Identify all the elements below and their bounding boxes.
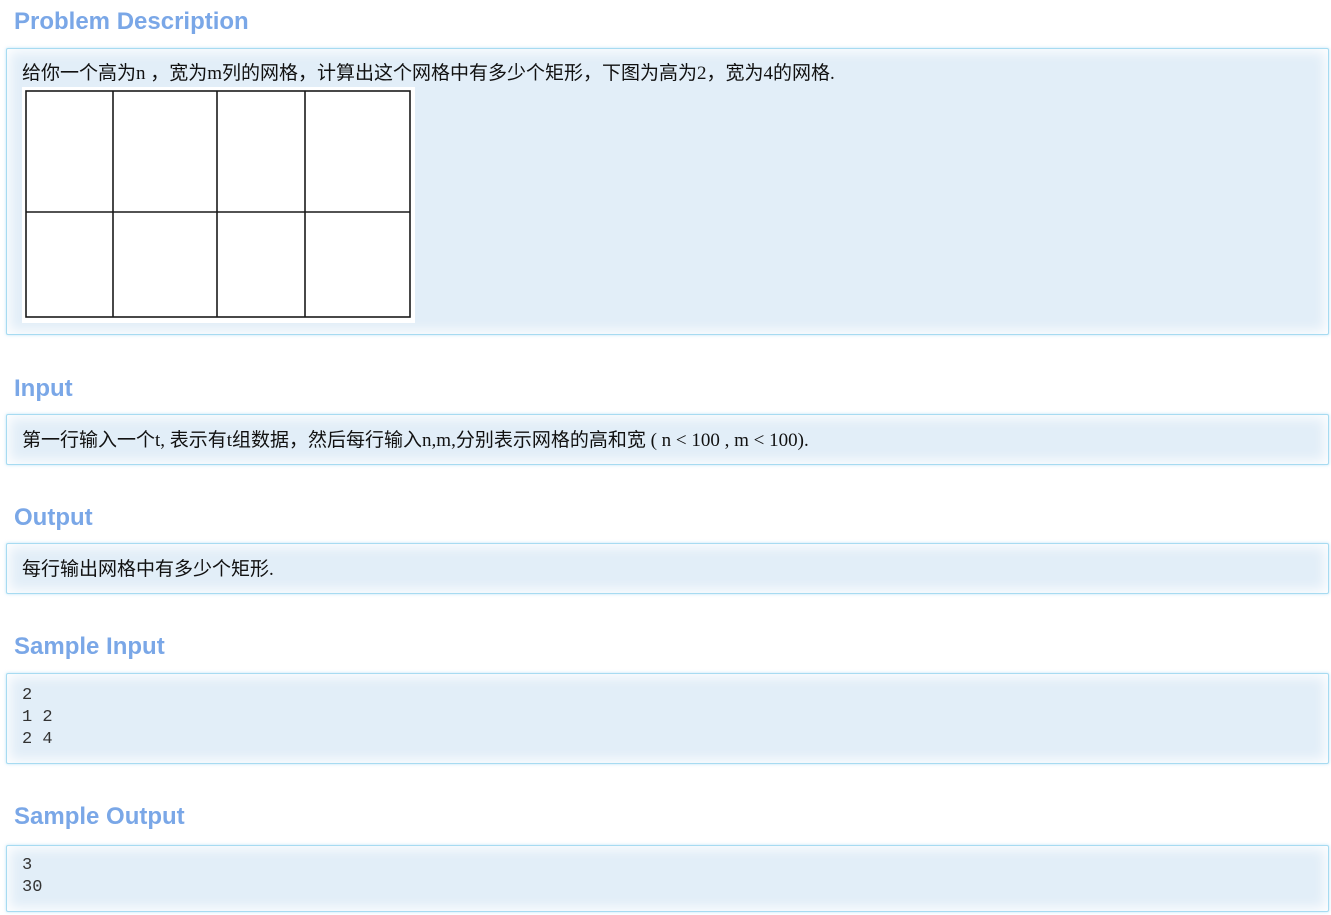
section-title-problem-description: Problem Description (14, 8, 249, 35)
section-title-input: Input (14, 375, 73, 402)
sample-output-panel: 3 30 (6, 845, 1329, 912)
grid-outer-border (25, 90, 411, 318)
section-title-output: Output (14, 504, 93, 531)
problem-page: Problem Description 给你一个高为n ，宽为m列的网格，计算出… (0, 0, 1331, 915)
output-panel: 每行输出网格中有多少个矩形. (6, 543, 1329, 594)
section-title-sample-input: Sample Input (14, 633, 165, 660)
section-title-sample-output: Sample Output (14, 803, 185, 830)
sample-input-line: 2 (22, 686, 33, 705)
grid-figure (22, 87, 415, 323)
problem-description-text: 给你一个高为n ，宽为m列的网格，计算出这个网格中有多少个矩形，下图为高为2，宽… (22, 63, 835, 84)
sample-input-panel: 2 1 2 2 4 (6, 673, 1329, 764)
input-panel: 第一行输入一个t, 表示有t组数据，然后每行输入n,m,分别表示网格的高和宽 (… (6, 414, 1329, 465)
input-description-text: 第一行输入一个t, 表示有t组数据，然后每行输入n,m,分别表示网格的高和宽 (… (22, 430, 809, 451)
sample-input-line: 2 4 (22, 730, 53, 749)
sample-input-line: 1 2 (22, 708, 53, 727)
sample-output-line: 30 (22, 878, 43, 897)
sample-output-line: 3 (22, 856, 33, 875)
output-description-text: 每行输出网格中有多少个矩形. (22, 559, 274, 580)
problem-description-panel: 给你一个高为n ，宽为m列的网格，计算出这个网格中有多少个矩形，下图为高为2，宽… (6, 48, 1329, 335)
